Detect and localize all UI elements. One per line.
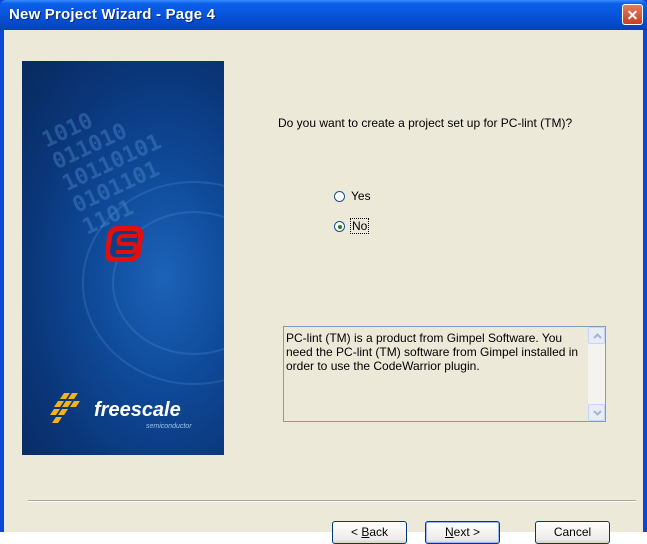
codewarrior-logo-icon [106, 226, 144, 262]
brand-subtitle: semiconductor [146, 423, 192, 430]
radio-yes-label[interactable]: Yes [351, 189, 371, 203]
back-rest: ack [369, 525, 389, 539]
radio-yes-circle[interactable] [334, 190, 345, 202]
cancel-button[interactable]: Cancel [535, 521, 610, 544]
title-bar[interactable]: New Project Wizard - Page 4 [0, 0, 647, 30]
info-text: PC-lint (TM) is a product from Gimpel So… [286, 331, 579, 373]
radio-no-label[interactable]: No [349, 218, 370, 234]
vertical-scrollbar[interactable] [588, 327, 605, 421]
scroll-down-button[interactable] [588, 404, 605, 421]
chevron-down-icon [593, 410, 602, 416]
banner-image: 1010 011010 10110101 0101101 1101 freesc… [22, 61, 224, 455]
back-button[interactable]: < Back [332, 521, 407, 544]
back-prefix: < [350, 525, 362, 539]
wizard-body: 1010 011010 10110101 0101101 1101 freesc… [4, 30, 643, 544]
radio-no[interactable]: No [334, 218, 370, 234]
button-separator [28, 500, 636, 502]
freescale-logo-icon [50, 393, 80, 423]
freescale-logo: freescale semiconductor [50, 387, 220, 437]
chevron-up-icon [593, 333, 602, 339]
close-button[interactable] [622, 4, 643, 25]
radio-no-circle[interactable] [334, 220, 345, 232]
info-textbox[interactable]: PC-lint (TM) is a product from Gimpel So… [283, 326, 606, 422]
next-button[interactable]: Next > [425, 521, 500, 544]
brand-name: freescale [94, 399, 181, 421]
scroll-up-button[interactable] [588, 327, 605, 344]
next-rest: ext > [453, 525, 481, 539]
question-text: Do you want to create a project set up f… [278, 116, 573, 130]
radio-yes[interactable]: Yes [334, 188, 371, 204]
next-mnemonic: N [444, 525, 454, 539]
window-title: New Project Wizard - Page 4 [9, 6, 216, 23]
wizard-window: New Project Wizard - Page 4 1010 011010 … [0, 0, 647, 544]
